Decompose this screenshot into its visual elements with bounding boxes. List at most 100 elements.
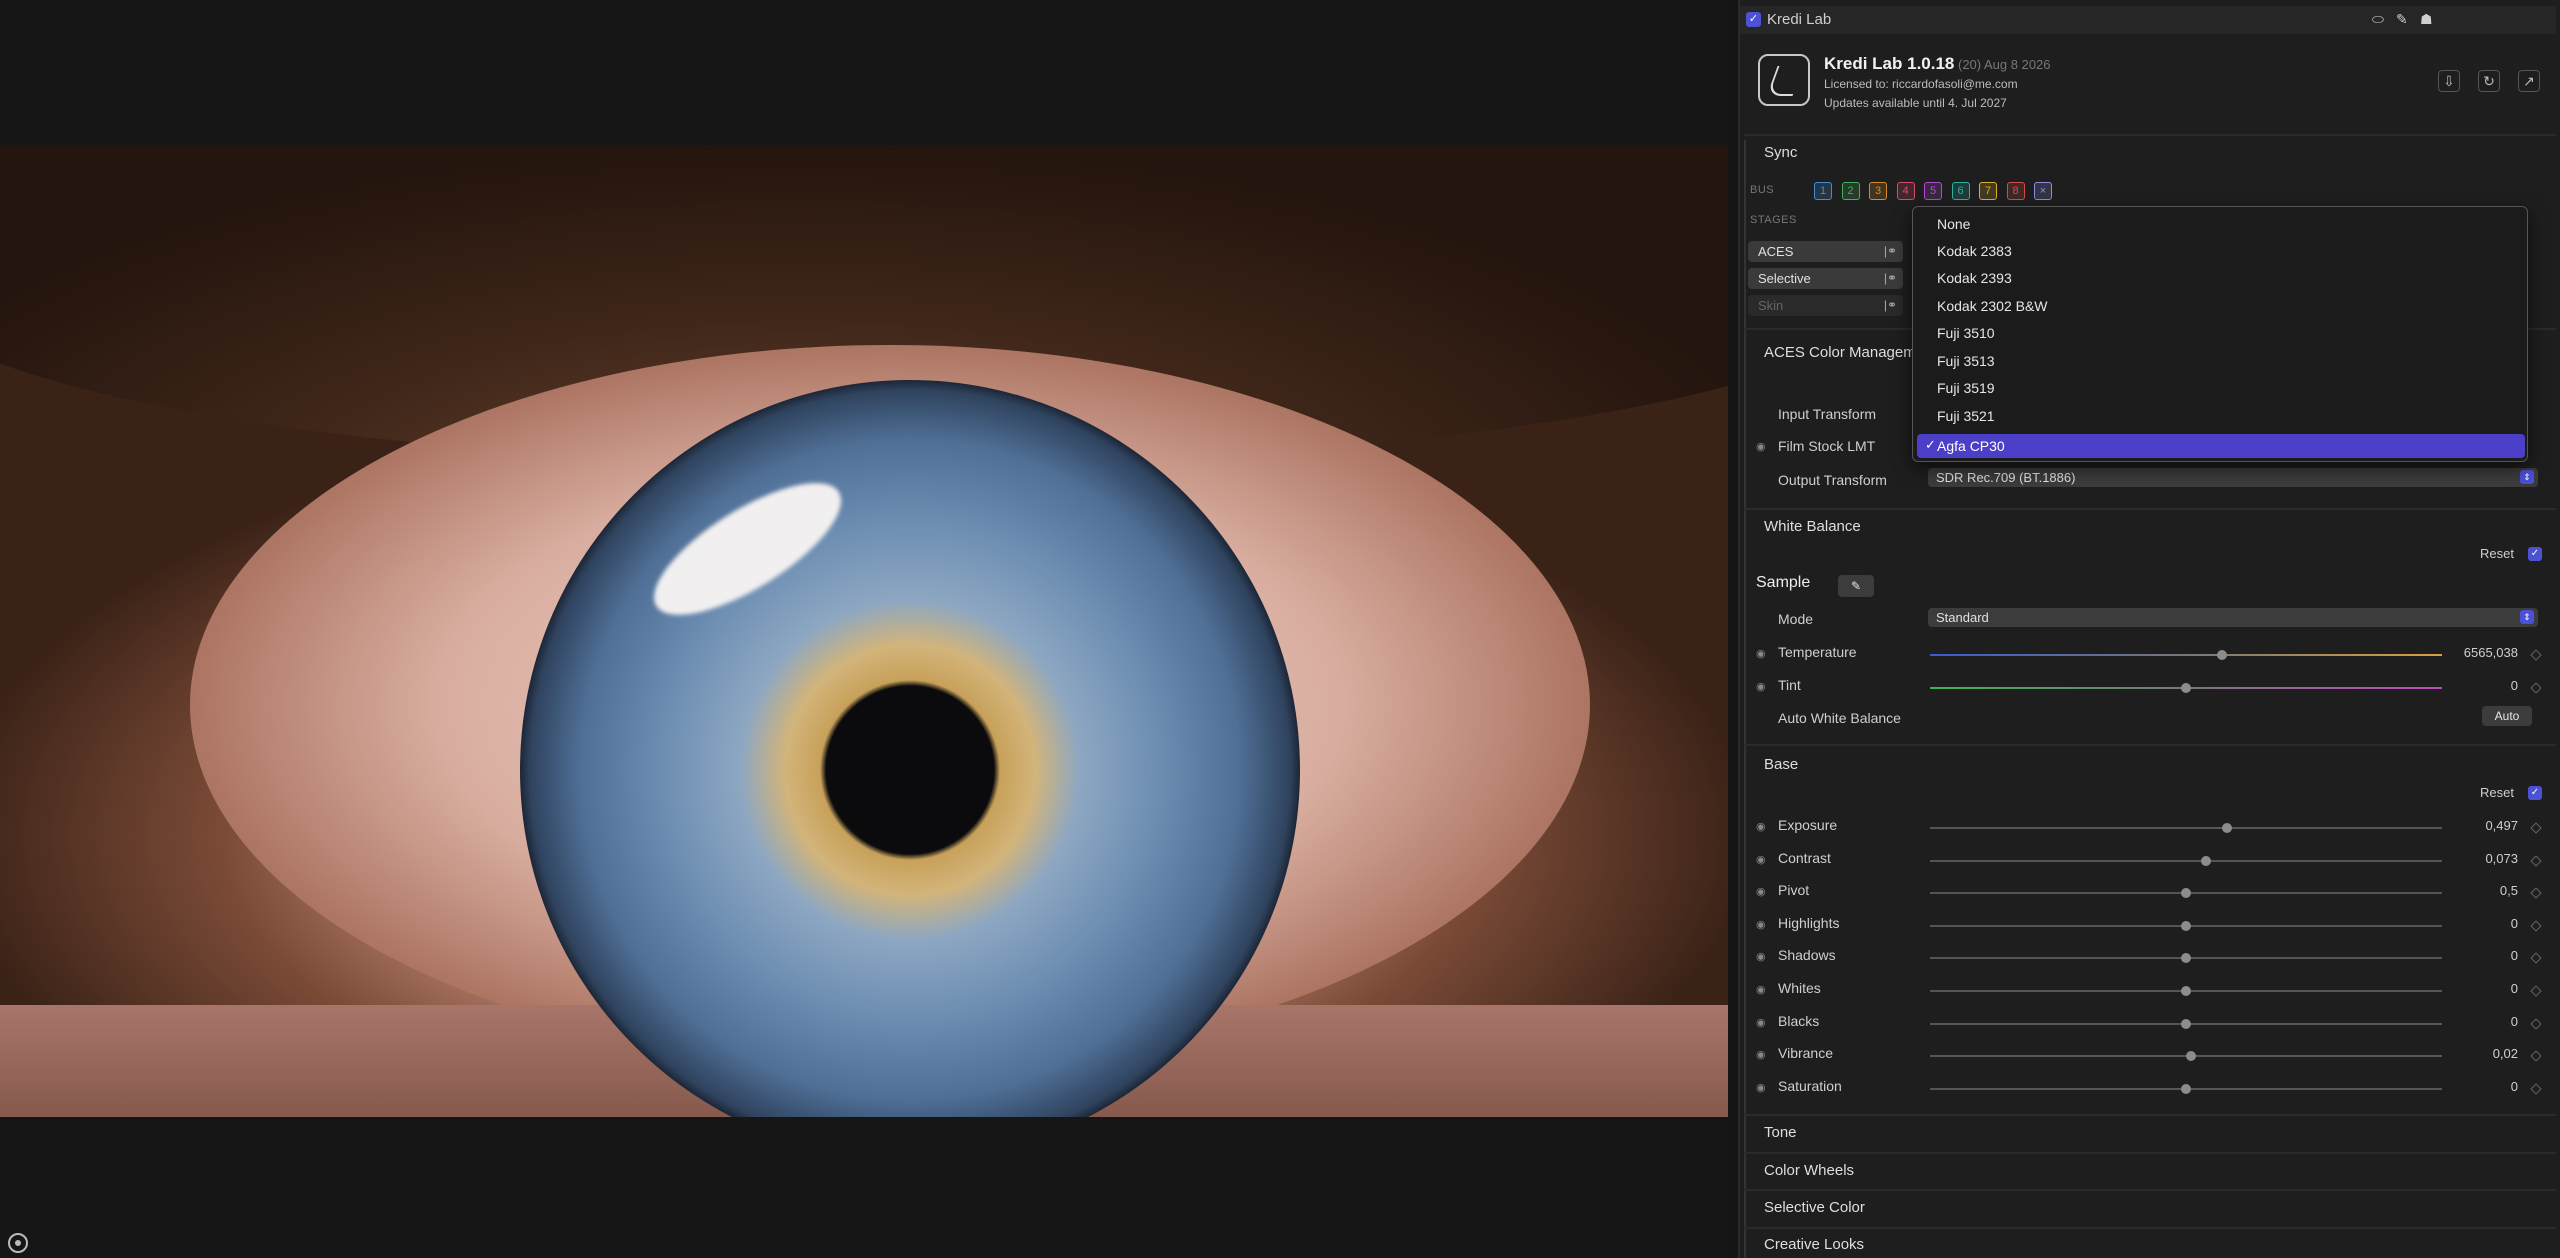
slider-track[interactable] [1930, 827, 2442, 829]
checkmark-icon: ✓ [1925, 437, 1936, 452]
film-stock-label: Film Stock LMT [1778, 438, 1876, 454]
separator [1744, 134, 2556, 136]
visibility-eye-icon[interactable]: ◉ [1756, 440, 1766, 453]
auto-wb-button[interactable]: Auto [2482, 706, 2532, 726]
visibility-eye-icon[interactable]: ◉ [1756, 950, 1766, 963]
graph-icon[interactable]: ↗ [2518, 70, 2540, 92]
bus-button[interactable]: × [2034, 182, 2052, 200]
dropdown-item[interactable]: Fuji 3513 [1937, 353, 1995, 369]
visibility-eye-icon[interactable]: ◉ [1756, 1081, 1766, 1094]
input-transform-label: Input Transform [1778, 406, 1877, 422]
stage-skin[interactable]: Skin |⚭ [1748, 295, 1903, 316]
aces-title: ACES Color Managem [1764, 344, 1916, 361]
base-reset-checkbox[interactable]: ✓ [2528, 786, 2542, 800]
dropdown-item[interactable]: Kodak 2302 B&W [1937, 298, 2048, 314]
stage-selective[interactable]: Selective |⚭ [1748, 268, 1903, 289]
selective-color-section[interactable]: Selective Color [1764, 1199, 1865, 1216]
link-icon[interactable]: |⚭ [1884, 268, 1897, 289]
slider-value: 0 [2510, 1078, 2518, 1094]
creative-looks-section[interactable]: Creative Looks [1764, 1236, 1864, 1253]
visibility-eye-icon[interactable]: ◉ [1756, 820, 1766, 833]
visibility-eye-icon[interactable]: ◉ [1756, 1016, 1766, 1029]
temperature-slider[interactable] [1930, 654, 2442, 656]
dropdown-item[interactable]: Fuji 3521 [1937, 408, 1995, 424]
slider-track[interactable] [1930, 859, 2442, 862]
temperature-label: Temperature [1778, 644, 1857, 660]
visibility-eye-icon[interactable]: ◉ [1756, 680, 1766, 693]
bus-button[interactable]: 3 [1869, 182, 1887, 200]
slider-label: Shadows [1778, 947, 1836, 964]
tint-knob[interactable] [2181, 683, 2191, 693]
stage-label: Selective [1758, 271, 1811, 286]
bus-button[interactable]: 6 [1951, 182, 1970, 200]
refresh-icon[interactable]: ↻ [2478, 70, 2500, 92]
image-viewer [0, 0, 1728, 1258]
iris [520, 380, 1300, 1117]
enable-checkbox[interactable]: ✓ [1746, 12, 1761, 27]
slider-label: Highlights [1778, 914, 1840, 931]
separator [1744, 1189, 2556, 1191]
color-wheels-section[interactable]: Color Wheels [1764, 1162, 1854, 1179]
temperature-knob[interactable] [2216, 650, 2227, 660]
visibility-eye-icon[interactable]: ◉ [1756, 885, 1766, 898]
visibility-eye-icon[interactable]: ◉ [1756, 918, 1766, 931]
sync-title: Sync [1764, 144, 1798, 161]
temperature-value: 6565,038 [2463, 645, 2518, 660]
kredi-logo-icon [1758, 54, 1810, 106]
stage-aces[interactable]: ACES |⚭ [1748, 241, 1903, 262]
eyedropper-icon: ✎ [1850, 579, 1862, 593]
base-title: Base [1764, 756, 1799, 773]
slider-value: 0 [2510, 948, 2518, 964]
separator [1744, 1152, 2556, 1154]
visibility-eye-icon[interactable]: ◉ [1756, 853, 1766, 866]
updates-text: Updates available until 4. Jul 2027 [1824, 96, 2007, 110]
slider-label: Vibrance [1778, 1045, 1834, 1062]
dropdown-item[interactable]: Fuji 3519 [1937, 380, 1995, 396]
dropdown-item[interactable]: Kodak 2393 [1937, 270, 2012, 286]
product-build: (20) Aug 8 2026 [1958, 57, 2051, 72]
export-icon[interactable]: ⇩ [2438, 70, 2460, 92]
visibility-eye-icon[interactable]: ◉ [1756, 1048, 1766, 1061]
slider-value: 0 [2510, 1013, 2518, 1029]
sample-label: Sample [1756, 574, 1811, 591]
bus-button[interactable]: 2 [1841, 182, 1860, 200]
auto-wb-label: Auto White Balance [1778, 710, 1901, 726]
link-icon[interactable]: |⚭ [1884, 295, 1897, 316]
dropdown-item[interactable]: Kodak 2383 [1937, 243, 2012, 259]
slider-knob[interactable] [2181, 986, 2191, 996]
bus-button[interactable]: 1 [1814, 182, 1832, 200]
tone-section[interactable]: Tone [1764, 1124, 1797, 1141]
chevron-updown-icon: ⇕ [2520, 610, 2534, 624]
stage-label: Skin [1758, 298, 1784, 313]
slider-knob[interactable] [2181, 1083, 2191, 1094]
mode-select[interactable]: Standard ⇕ [1928, 608, 2538, 627]
tint-label: Tint [1778, 677, 1801, 693]
dropdown-item[interactable]: Fuji 3510 [1937, 325, 1995, 341]
output-transform-select[interactable]: SDR Rec.709 (BT.1886) ⇕ [1928, 468, 2538, 487]
bus-button[interactable]: 8 [2006, 182, 2025, 200]
bus-button[interactable]: 5 [1924, 182, 1942, 200]
viewer-record-icon[interactable] [8, 1233, 28, 1253]
slider-knob[interactable] [2221, 823, 2232, 833]
slider-value: 0,5 [2499, 883, 2518, 899]
mask-icon[interactable]: ⬭ [2372, 11, 2384, 28]
eyedropper-button[interactable]: ✎ [1838, 575, 1874, 597]
person-icon[interactable]: ☗ [2420, 11, 2433, 28]
slider-knob[interactable] [2181, 920, 2191, 931]
wb-reset-checkbox[interactable]: ✓ [2528, 547, 2542, 561]
dropdown-item-selected[interactable]: ✓ Agfa CP30 [1917, 434, 2525, 458]
slider-value: 0 [2510, 915, 2518, 931]
visibility-eye-icon[interactable]: ◉ [1756, 983, 1766, 996]
base-reset-label: Reset [2480, 785, 2514, 800]
dropdown-item[interactable]: None [1937, 216, 1970, 232]
visibility-eye-icon[interactable]: ◉ [1756, 647, 1766, 660]
slider-value: 0,073 [2485, 850, 2518, 866]
eye-photo [0, 145, 1728, 1117]
slider-label: Saturation [1778, 1077, 1842, 1094]
eyedropper-icon[interactable]: ✎ [2396, 11, 2408, 28]
link-icon[interactable]: |⚭ [1884, 241, 1897, 262]
separator [1744, 744, 2556, 746]
slider-knob[interactable] [2181, 1018, 2191, 1029]
bus-button[interactable]: 4 [1896, 182, 1915, 200]
bus-button[interactable]: 7 [1979, 182, 1997, 200]
